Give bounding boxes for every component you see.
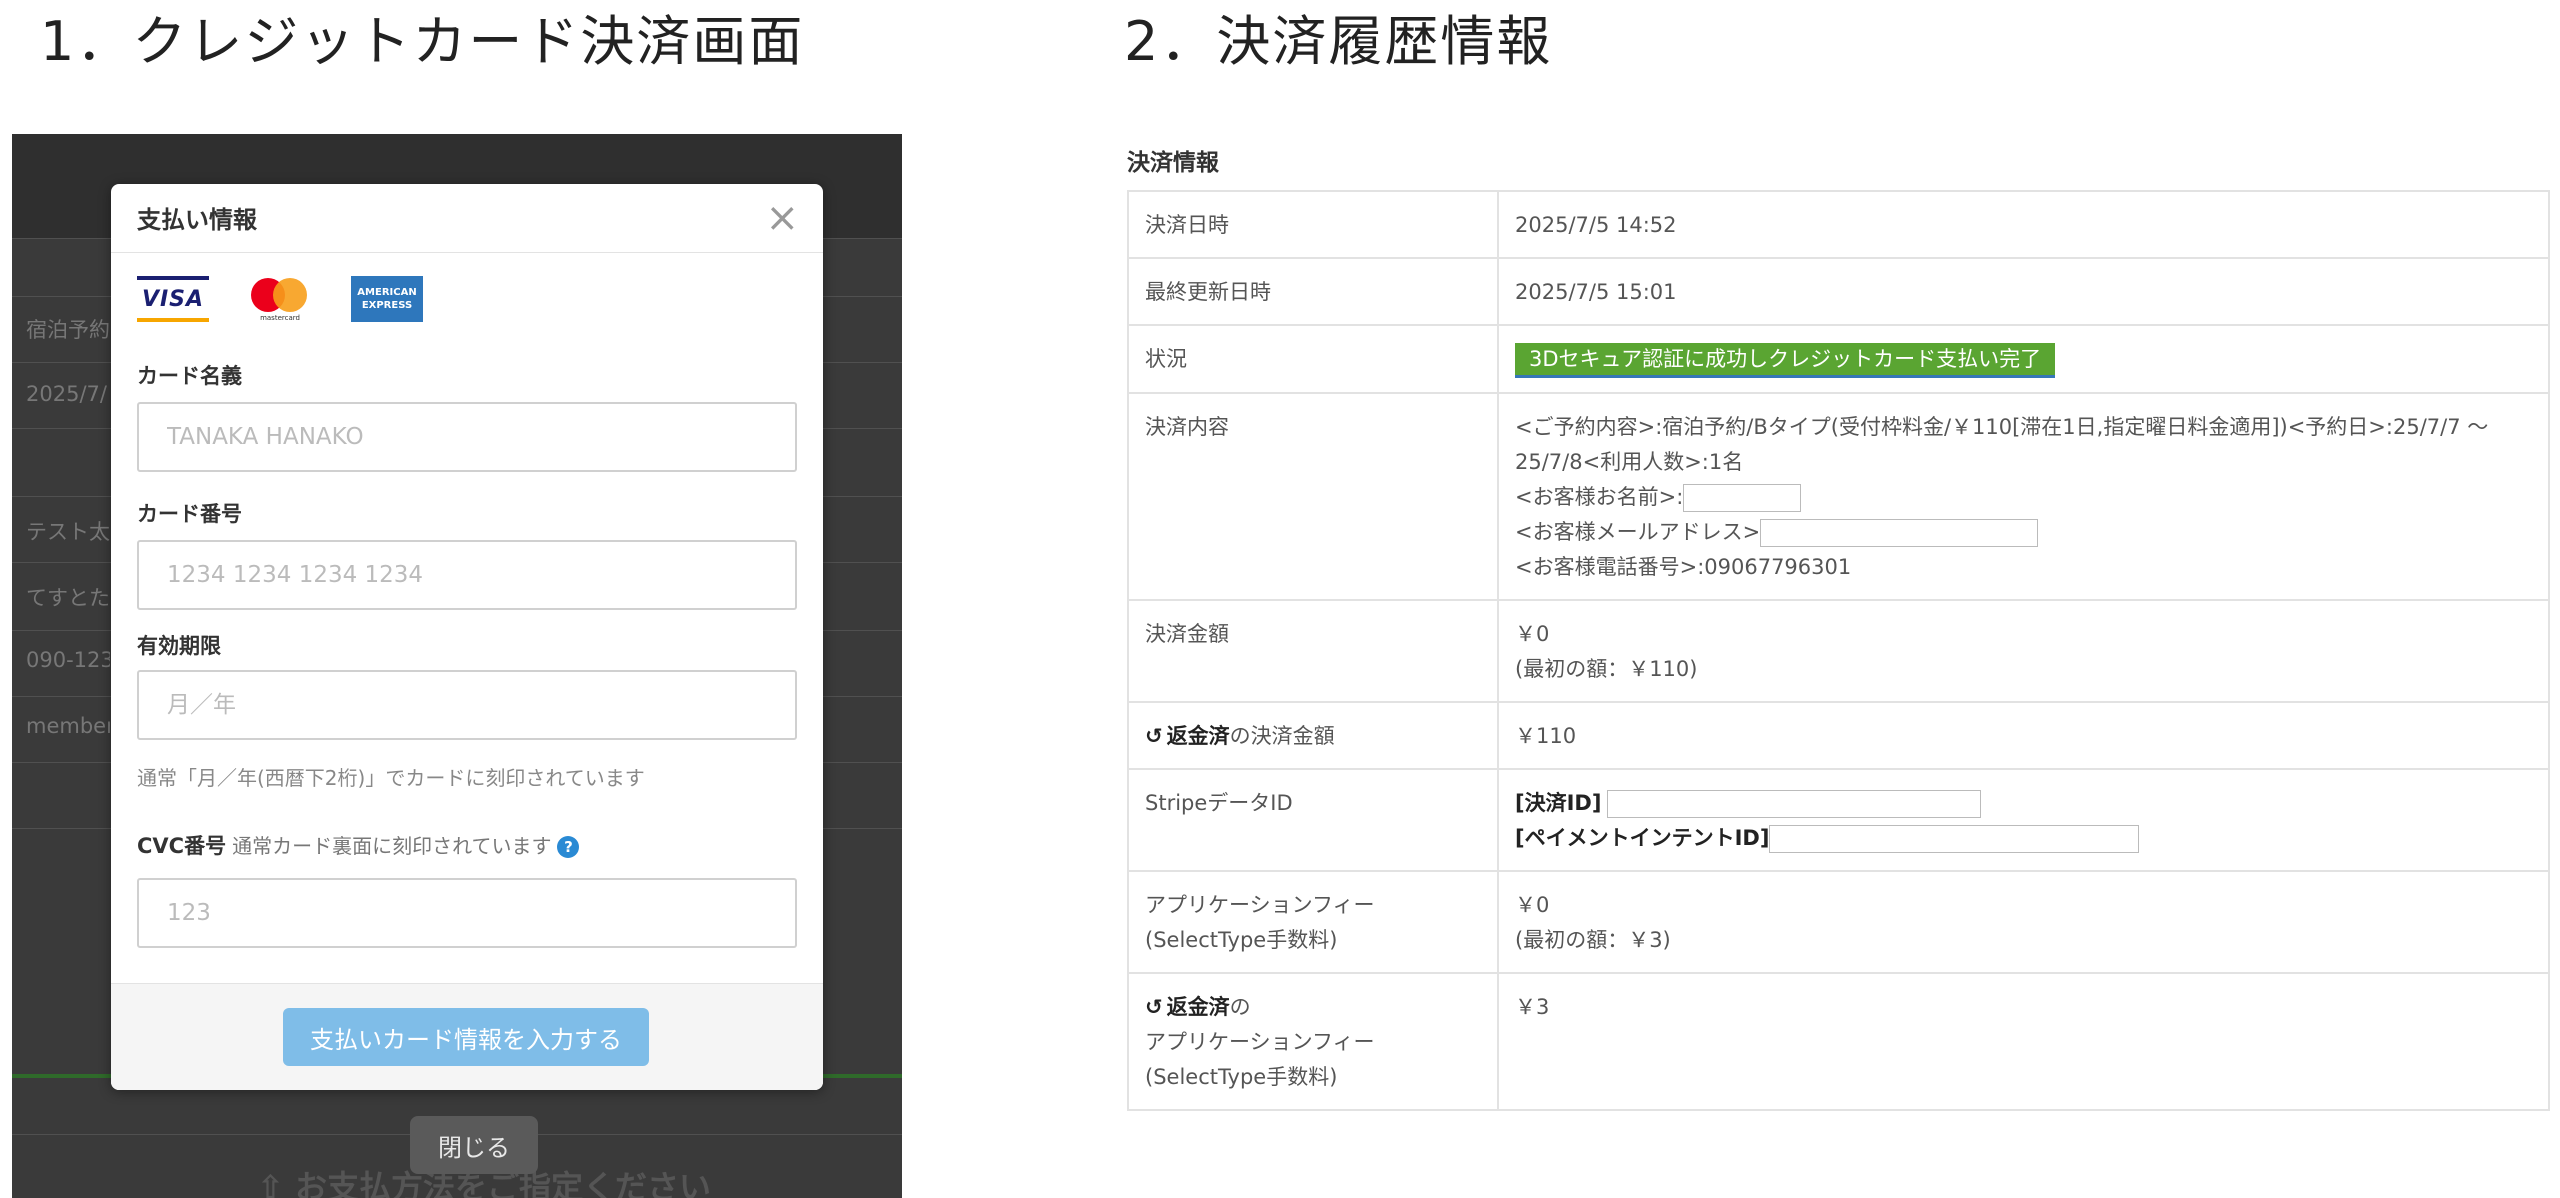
modal-title: 支払い情報 [137, 206, 257, 234]
app-fee-cell: ￥0 (最初の額：￥3) [1497, 870, 2550, 974]
modal-header: 支払い情報 × [111, 184, 823, 253]
help-icon[interactable]: ? [557, 836, 580, 858]
card-number-label: カード番号 [137, 502, 242, 526]
table-row: アプリケーションフィー (SelectType手数料) ￥0 (最初の額：￥3) [1127, 870, 2550, 974]
stripe-id-label: StripeデータID [1127, 768, 1499, 872]
refund-icon: ↺ [1145, 995, 1163, 1019]
payment-amount-value: ￥0 [1515, 622, 1550, 646]
expiry-hint: 通常「月／年(西暦下2桁)」でカードに刻印されています [137, 766, 645, 790]
redacted-box [1760, 519, 2039, 547]
redacted-box [1607, 790, 1982, 818]
card-number-input[interactable] [137, 540, 797, 610]
close-icon[interactable]: × [765, 198, 799, 238]
background-row-text: テスト太 [26, 520, 110, 544]
modal-footer: 支払いカード情報を入力する [111, 983, 823, 1090]
redacted-box [1769, 825, 2140, 853]
expiry-input[interactable] [137, 670, 797, 740]
payment-content-cell: <ご予約内容>:宿泊予約/Bタイプ(受付枠料金/￥110[滞在1日,指定曜日料金… [1497, 392, 2550, 601]
background-row-text: 090-123 [26, 648, 110, 672]
background-row-text: 2025/7/ [26, 382, 107, 406]
stripe-id-cell: [決済ID] [ペイメントインテントID] [1497, 768, 2550, 872]
refunded-fee-value: ￥3 [1497, 972, 2550, 1111]
cvc-hint: 通常カード裏面に刻印されています [232, 834, 552, 858]
card-name-label: カード名義 [137, 364, 242, 388]
intent-id-label: [ペイメントインテントID] [1515, 826, 1770, 850]
table-row: StripeデータID [決済ID] [ペイメントインテントID] [1127, 768, 2550, 872]
payment-info-table: 決済日時 2025/7/5 14:52 最終更新日時 2025/7/5 15:0… [1127, 190, 2550, 1111]
submit-card-info-button[interactable]: 支払いカード情報を入力する [283, 1008, 649, 1066]
reservation-details: <ご予約内容>:宿泊予約/Bタイプ(受付枠料金/￥110[滞在1日,指定曜日料金… [1515, 415, 2489, 474]
left-section-heading: 1．クレジットカード決済画面 [40, 10, 805, 73]
payment-screen-overlay: 宿泊予約 2025/7/ テスト太 てすとた 090-123 member ⇧ … [12, 134, 902, 1198]
close-button[interactable]: 閉じる [410, 1116, 538, 1174]
payment-datetime-label: 決済日時 [1127, 190, 1499, 259]
status-label: 状況 [1127, 324, 1499, 394]
mastercard-caption: mastercard [260, 314, 300, 322]
table-row: 決済金額 ￥0 (最初の額：￥110) [1127, 599, 2550, 703]
table-row: 決済内容 <ご予約内容>:宿泊予約/Bタイプ(受付枠料金/￥110[滞在1日,指… [1127, 392, 2550, 601]
payment-id-line: [決済ID] [1515, 786, 2532, 821]
refund-icon: ↺ [1145, 724, 1163, 748]
payment-amount-original: (最初の額：￥110) [1515, 657, 1698, 681]
app-fee-value: ￥0 [1515, 893, 1550, 917]
refunded-fee-label-line: (SelectType手数料) [1145, 1065, 1338, 1089]
refunded-tag: 返金済 [1166, 995, 1230, 1019]
app-fee-original: (最初の額：￥3) [1515, 928, 1671, 952]
cvc-label: CVC番号 [137, 834, 227, 858]
payment-datetime-value: 2025/7/5 14:52 [1497, 190, 2550, 259]
status-badge: 3Dセキュア認証に成功しクレジットカード支払い完了 [1515, 343, 2056, 378]
refunded-amount-value: ￥110 [1497, 701, 2550, 770]
payment-amount-label: 決済金額 [1127, 599, 1499, 703]
mastercard-icon: mastercard [249, 276, 311, 322]
redacted-box [1683, 484, 1802, 512]
background-row-text: member [26, 714, 110, 738]
customer-phone-line: <お客様電話番号>:09067796301 [1515, 555, 1852, 579]
refunded-fee-label-text: の [1229, 995, 1251, 1019]
refunded-fee-label-line: アプリケーションフィー [1145, 1030, 1375, 1054]
customer-email-line: <お客様メールアドレス> [1515, 515, 2532, 550]
refunded-amount-label-text: の決済金額 [1229, 724, 1335, 748]
cvc-input[interactable] [137, 878, 797, 948]
amex-icon: AMERICAN EXPRESS [351, 276, 423, 322]
customer-email-label: <お客様メールアドレス> [1515, 520, 1761, 544]
app-fee-label: アプリケーションフィー (SelectType手数料) [1127, 870, 1499, 974]
payment-content-label: 決済内容 [1127, 392, 1499, 601]
visa-icon: VISA [137, 276, 209, 322]
expiry-label: 有効期限 [137, 634, 221, 658]
table-row: ↺ 返金済の決済金額 ￥110 [1127, 701, 2550, 770]
refunded-tag: 返金済 [1166, 724, 1230, 748]
table-row: 決済日時 2025/7/5 14:52 [1127, 190, 2550, 259]
payment-id-label: [決済ID] [1515, 791, 1602, 815]
status-cell: 3Dセキュア認証に成功しクレジットカード支払い完了 [1497, 324, 2550, 394]
payment-info-title: 決済情報 [1127, 150, 1219, 176]
refunded-fee-label-line: ↺ 返金済の [1145, 990, 1481, 1025]
amex-text: AMERICAN [357, 287, 417, 298]
last-updated-value: 2025/7/5 15:01 [1497, 257, 2550, 326]
payment-amount-cell: ￥0 (最初の額：￥110) [1497, 599, 2550, 703]
background-row-text: 宿泊予約 [26, 318, 110, 342]
app-fee-label-line: アプリケーションフィー [1145, 893, 1375, 917]
table-row: 最終更新日時 2025/7/5 15:01 [1127, 257, 2550, 326]
app-fee-label-line: (SelectType手数料) [1145, 928, 1338, 952]
last-updated-label: 最終更新日時 [1127, 257, 1499, 326]
refunded-fee-label: ↺ 返金済の アプリケーションフィー (SelectType手数料) [1127, 972, 1499, 1111]
cvc-label-row: CVC番号 通常カード裏面に刻印されています? [137, 830, 580, 860]
table-row: 状況 3Dセキュア認証に成功しクレジットカード支払い完了 [1127, 324, 2550, 394]
customer-name-line: <お客様お名前>: [1515, 480, 2532, 515]
customer-name-label: <お客様お名前>: [1515, 485, 1684, 509]
intent-id-line: [ペイメントインテントID] [1515, 821, 2532, 856]
refunded-amount-label: ↺ 返金済の決済金額 [1127, 701, 1499, 770]
background-row-text: てすとた [26, 586, 110, 610]
right-section-heading: 2．決済履歴情報 [1124, 10, 1553, 73]
amex-text: EXPRESS [361, 300, 413, 311]
card-name-input[interactable] [137, 402, 797, 472]
payment-info-modal: 支払い情報 × VISA mastercard AMERICAN EXPRESS… [111, 184, 823, 1090]
table-row: ↺ 返金済の アプリケーションフィー (SelectType手数料) ￥3 [1127, 972, 2550, 1111]
